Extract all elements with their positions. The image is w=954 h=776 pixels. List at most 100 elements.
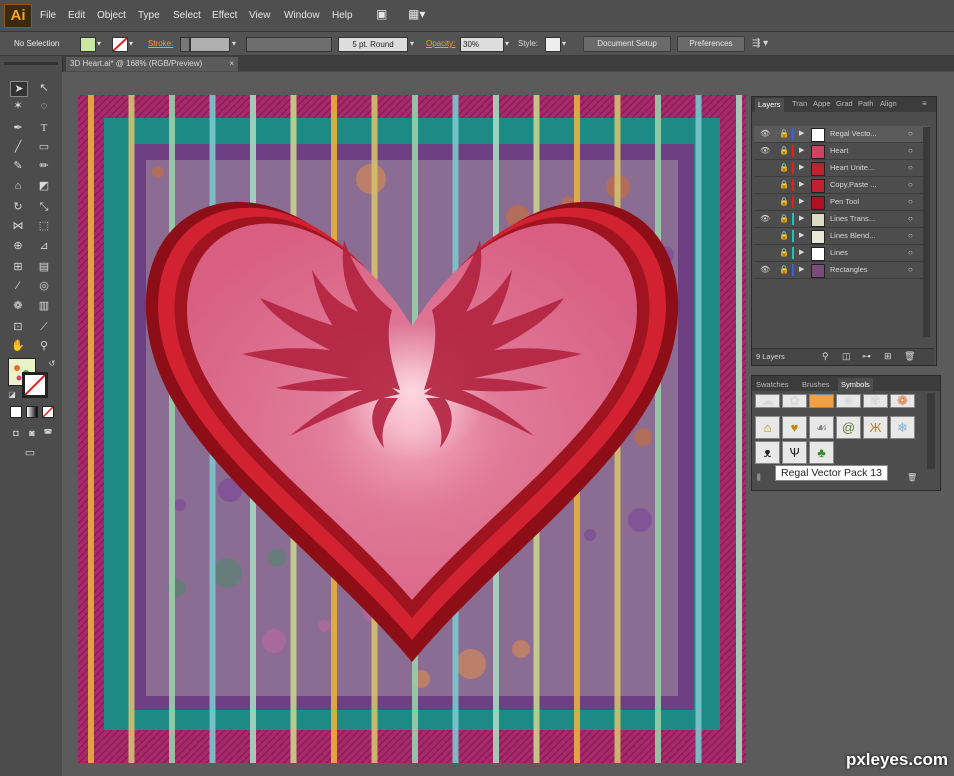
hand-tool-icon[interactable]: ✋ <box>10 339 26 353</box>
layer-row[interactable]: 🔒 ▶ Pen Tool ○ <box>754 194 930 211</box>
menu-select[interactable]: Select <box>173 10 201 21</box>
shape-builder-tool-icon[interactable]: ⊕ <box>10 239 26 253</box>
target-icon[interactable]: ○ <box>908 228 913 244</box>
layer-name[interactable]: Heart <box>830 143 848 159</box>
delete-symbol-icon[interactable]: 🗑 <box>907 473 917 482</box>
symbols-scrollbar[interactable] <box>927 393 935 469</box>
lock-icon[interactable]: 🔒 <box>779 126 789 142</box>
tab-layers[interactable]: Layers <box>755 98 784 112</box>
symbol-libraries-icon[interactable]: ⫼ <box>757 473 761 483</box>
artboard-tool-icon[interactable]: ⊡ <box>10 320 26 334</box>
expand-icon[interactable]: ▶ <box>799 143 804 159</box>
opacity-label[interactable]: Opacity: <box>426 37 455 50</box>
fill-swatch[interactable] <box>80 37 96 52</box>
symbol-bird[interactable]: ☙ <box>809 416 834 439</box>
delete-layer-icon[interactable]: 🗑 <box>904 351 915 362</box>
expand-icon[interactable]: ▶ <box>799 194 804 210</box>
symbol-2[interactable]: ✿ <box>782 394 807 408</box>
lock-icon[interactable]: 🔒 <box>779 177 789 193</box>
stroke-color-icon[interactable] <box>22 372 48 398</box>
line-tool-icon[interactable]: ╱ <box>10 140 26 154</box>
target-icon[interactable]: ○ <box>908 126 913 142</box>
lasso-tool-icon[interactable]: ◌ <box>36 99 52 113</box>
type-tool-icon[interactable]: T <box>36 121 52 135</box>
panel-menu-icon[interactable]: ≡ <box>922 99 927 108</box>
layer-row[interactable]: 👁 🔒 ▶ Regal Vecto... ○ <box>754 126 930 143</box>
scale-tool-icon[interactable]: ⤡ <box>36 200 52 214</box>
panel-grip[interactable] <box>4 62 58 65</box>
stroke-weight-field[interactable] <box>190 37 230 52</box>
brush-definition[interactable]: 5 pt. Round <box>338 37 408 52</box>
layer-row[interactable]: 🔒 ▶ Heart Unite... ○ <box>754 160 930 177</box>
target-icon[interactable]: ○ <box>908 177 913 193</box>
expand-icon[interactable]: ▶ <box>799 160 804 176</box>
gradient-mode-icon[interactable] <box>26 406 38 418</box>
menu-file[interactable]: File <box>40 10 56 21</box>
lock-icon[interactable]: 🔒 <box>779 160 789 176</box>
tab-brushes[interactable]: Brushes <box>802 380 830 389</box>
symbol-tree[interactable]: ♣ <box>809 441 834 464</box>
layer-row[interactable]: 🔒 ▶ Copy,Paste ... ○ <box>754 177 930 194</box>
free-transform-tool-icon[interactable]: ⬚ <box>36 219 52 233</box>
symbol-4[interactable]: ❀ <box>836 394 861 408</box>
brush-dropdown-icon[interactable]: ▾ <box>410 37 414 50</box>
locate-object-icon[interactable]: ⚲ <box>822 351 829 362</box>
eye-icon[interactable]: 👁 <box>760 211 770 227</box>
tab-transparency[interactable]: Tran <box>792 99 807 108</box>
pen-tool-icon[interactable]: ✒ <box>10 121 26 135</box>
tab-swatches[interactable]: Swatches <box>756 380 789 389</box>
lock-icon[interactable]: 🔒 <box>779 194 789 210</box>
expand-icon[interactable]: ▶ <box>799 262 804 278</box>
symbol-5[interactable]: ✾ <box>863 394 888 408</box>
symbol-sprayer-tool-icon[interactable]: ❁ <box>10 299 26 313</box>
tab-symbols[interactable]: Symbols <box>838 378 873 392</box>
lock-icon[interactable]: 🔒 <box>779 245 789 261</box>
zoom-tool-icon[interactable]: ⚲ <box>36 339 52 353</box>
symbol-snowflake[interactable]: ❄ <box>890 416 915 439</box>
clipping-mask-icon[interactable]: ◫ <box>842 351 851 362</box>
eye-icon[interactable]: 👁 <box>760 126 770 142</box>
eye-icon[interactable]: 👁 <box>760 143 770 159</box>
eyedropper-tool-icon[interactable]: ⁄ <box>10 279 26 293</box>
swap-colors-icon[interactable]: ↺ <box>44 357 60 371</box>
pencil-tool-icon[interactable]: ✏ <box>36 159 52 173</box>
target-icon[interactable]: ○ <box>908 211 913 227</box>
stroke-dropdown-icon[interactable]: ▾ <box>129 37 133 50</box>
layer-row[interactable]: 👁 🔒 ▶ Rectangles ○ <box>754 262 930 279</box>
target-icon[interactable]: ○ <box>908 160 913 176</box>
draw-behind-icon[interactable]: ◙ <box>24 426 40 440</box>
symbol-3[interactable] <box>809 394 834 408</box>
stroke-weight-stepper[interactable] <box>180 37 190 52</box>
bridge-icon[interactable]: ▣ <box>376 7 387 21</box>
lock-icon[interactable]: 🔒 <box>779 228 789 244</box>
layer-name[interactable]: Lines Blend... <box>830 228 875 244</box>
layer-name[interactable]: Lines Trans... <box>830 211 875 227</box>
default-colors-icon[interactable]: ◪ <box>4 388 20 402</box>
symbol-1[interactable]: ☁ <box>755 394 780 408</box>
menu-type[interactable]: Type <box>138 10 160 21</box>
symbol-snail[interactable]: @ <box>836 416 861 439</box>
style-swatch[interactable] <box>545 37 561 52</box>
expand-icon[interactable]: ▶ <box>799 177 804 193</box>
layer-row[interactable]: 👁 🔒 ▶ Lines Trans... ○ <box>754 211 930 228</box>
tab-pathfinder[interactable]: Path <box>858 99 873 108</box>
menu-help[interactable]: Help <box>332 10 353 21</box>
blob-brush-tool-icon[interactable]: ⌂ <box>10 179 26 193</box>
preferences-button[interactable]: Preferences <box>677 36 745 52</box>
tab-align[interactable]: Align <box>880 99 897 108</box>
draw-normal-icon[interactable]: ◘ <box>8 426 24 440</box>
document-setup-button[interactable]: Document Setup <box>583 36 671 52</box>
paintbrush-tool-icon[interactable]: ✎ <box>10 159 26 173</box>
layer-row[interactable]: 🔒 ▶ Lines Blend... ○ <box>754 228 930 245</box>
magic-wand-tool-icon[interactable]: ✶ <box>10 99 26 113</box>
target-icon[interactable]: ○ <box>908 245 913 261</box>
gradient-tool-icon[interactable]: ▤ <box>36 260 52 274</box>
slice-tool-icon[interactable]: ⟋ <box>36 320 52 334</box>
close-icon[interactable]: × <box>229 57 234 71</box>
lock-icon[interactable]: 🔒 <box>779 143 789 159</box>
layer-name[interactable]: Regal Vecto... <box>830 126 877 142</box>
none-mode-icon[interactable] <box>42 406 54 418</box>
layers-scrollbar[interactable] <box>923 127 930 337</box>
target-icon[interactable]: ○ <box>908 194 913 210</box>
expand-icon[interactable]: ▶ <box>799 126 804 142</box>
